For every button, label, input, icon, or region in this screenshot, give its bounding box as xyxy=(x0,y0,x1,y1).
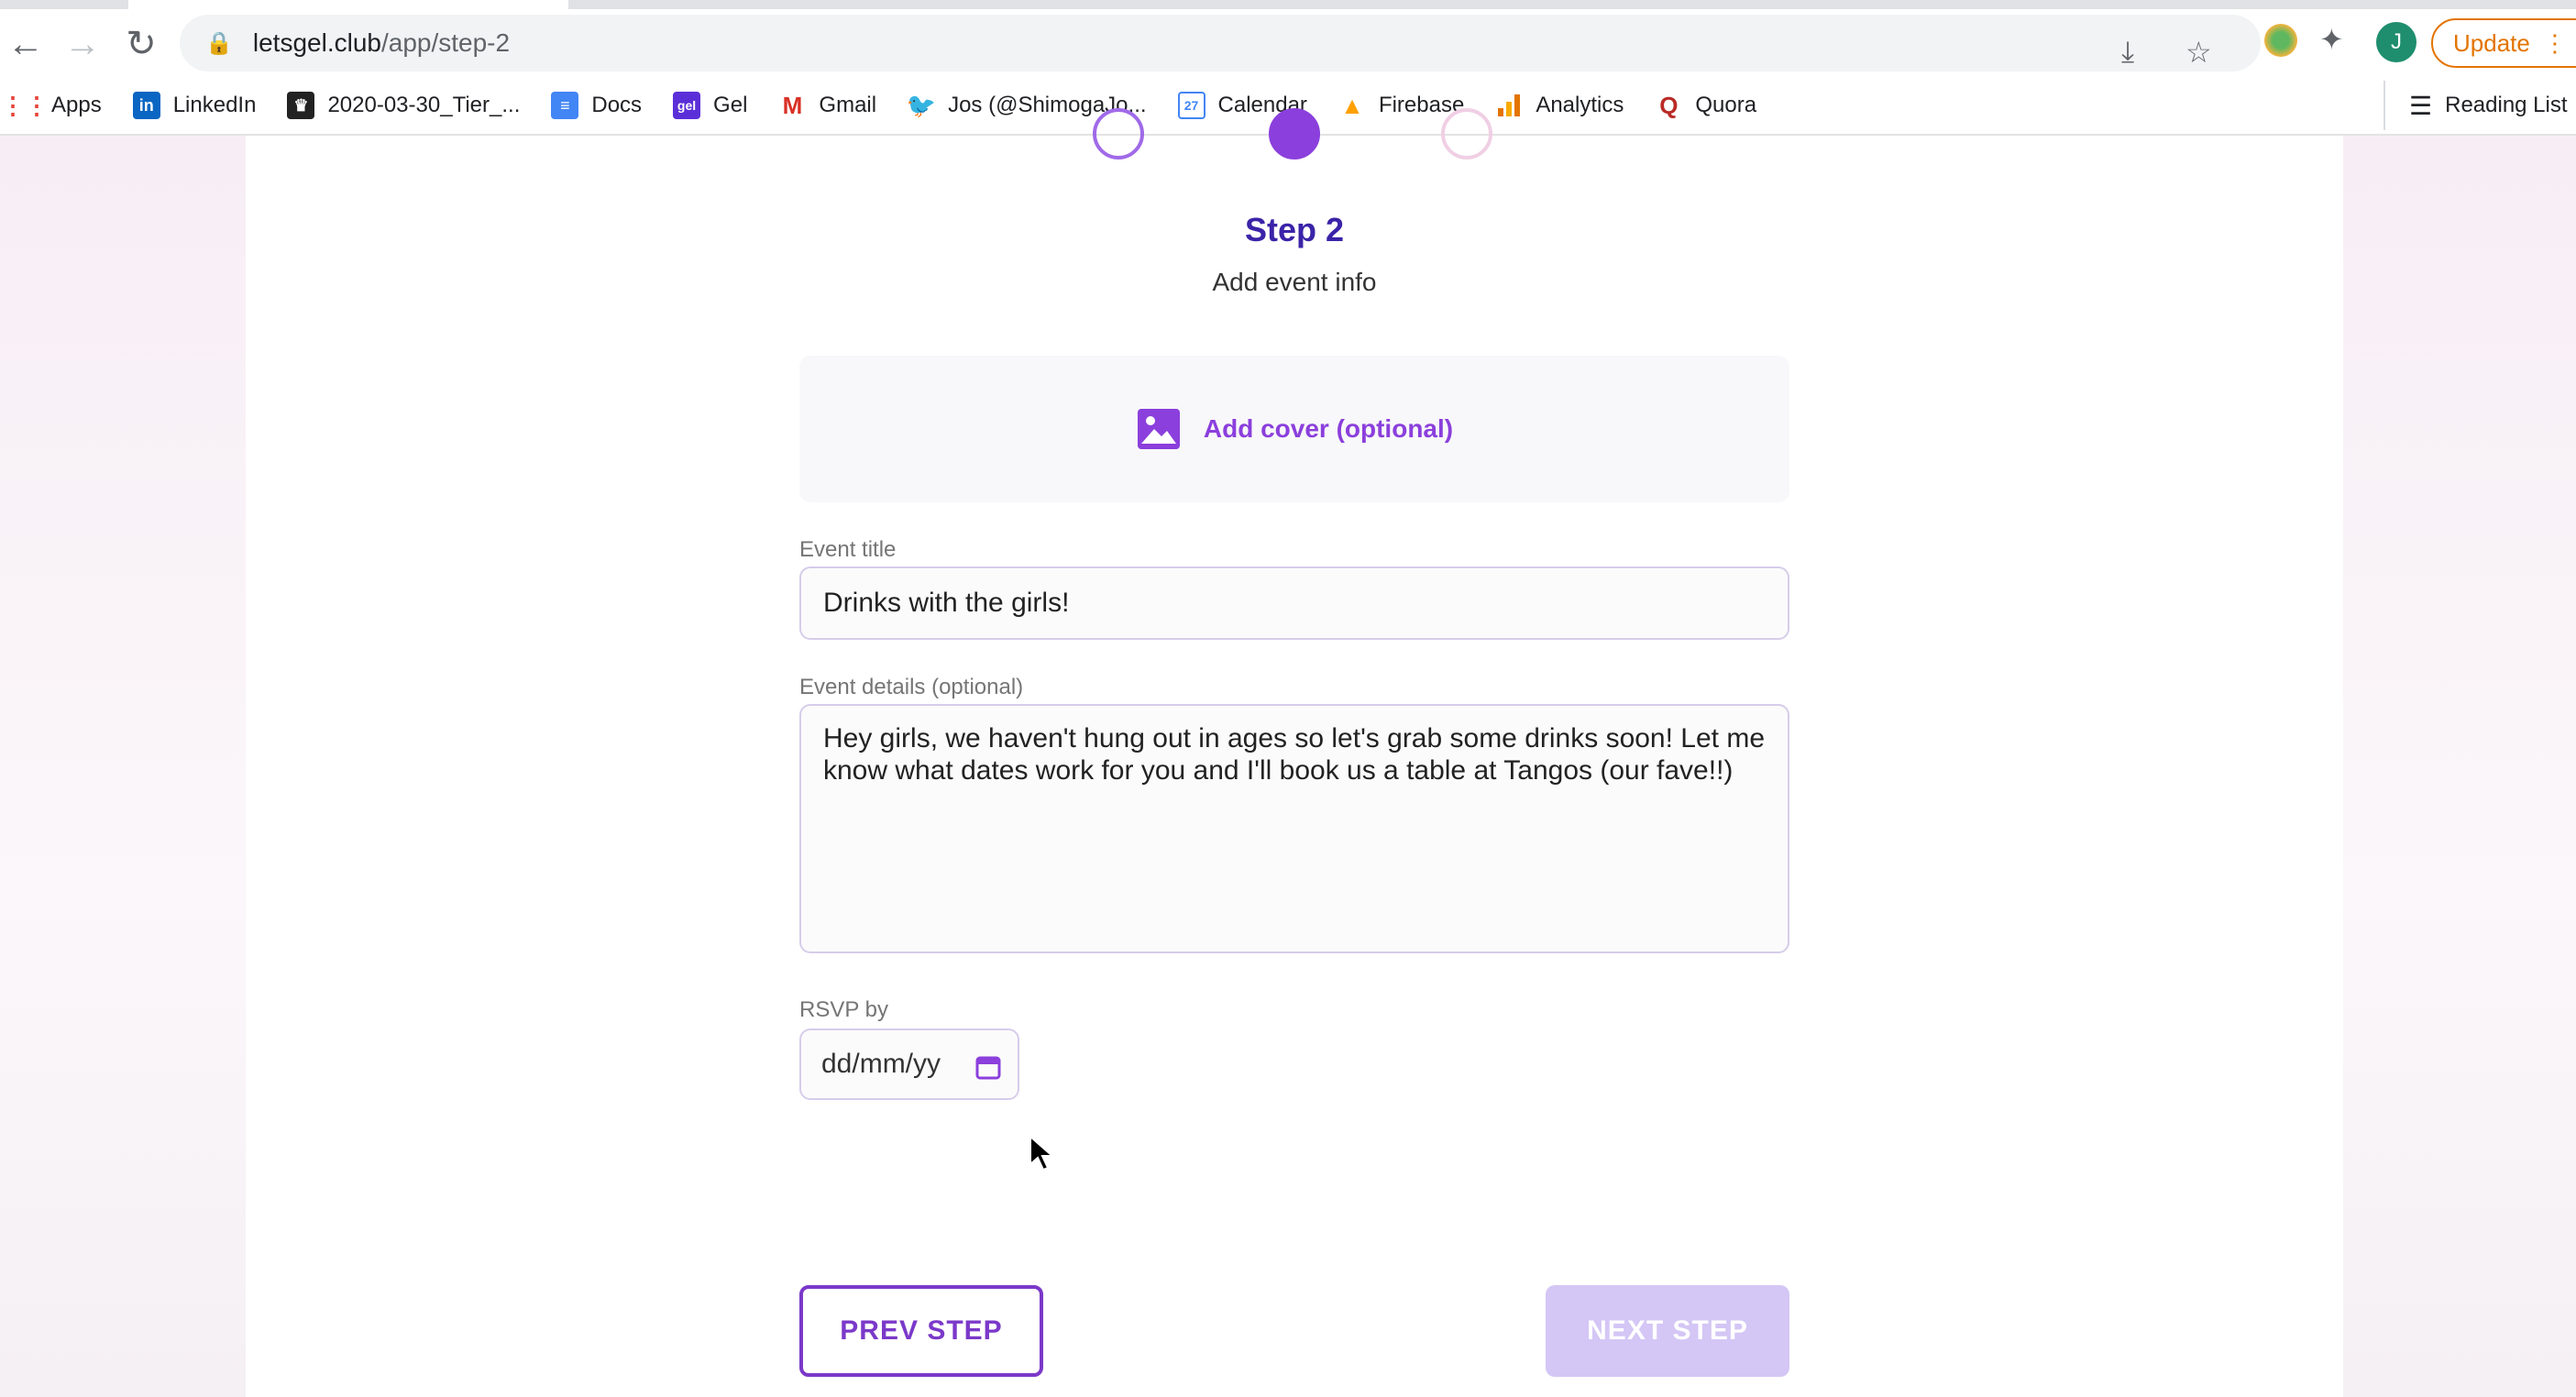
update-button[interactable]: Update ⋮ xyxy=(2431,18,2576,68)
event-title-label: Event title xyxy=(799,537,897,562)
bookmark-label: Docs xyxy=(591,93,643,117)
update-label: Update xyxy=(2453,28,2530,57)
bookmark-label: Quora xyxy=(1695,93,1757,117)
step-subtitle: Add event info xyxy=(1212,268,1377,296)
bookmark-docs[interactable]: ≡ Docs xyxy=(551,92,642,119)
image-icon xyxy=(1137,409,1180,449)
bookmark-firebase[interactable]: ▲ Firebase xyxy=(1338,92,1464,119)
bookmark-tier[interactable]: ♛ 2020-03-30_Tier_... xyxy=(287,92,520,119)
bookmark-label: 2020-03-30_Tier_... xyxy=(327,93,521,117)
profile-avatar[interactable]: J xyxy=(2376,22,2416,62)
step-2-indicator xyxy=(1269,108,1320,160)
forward-icon[interactable]: → xyxy=(57,18,108,70)
bookmark-apps[interactable]: ⋮⋮ Apps xyxy=(1,91,102,119)
bookmark-quora[interactable]: Q Quora xyxy=(1655,92,1756,119)
reading-list-button[interactable]: ☰ Reading List xyxy=(2383,81,2568,130)
install-icon[interactable]: ⤓ xyxy=(2121,35,2134,70)
url-text: letsgel.club/app/step-2 xyxy=(253,28,510,58)
tab-strip xyxy=(0,0,2576,9)
event-details-label: Event details (optional) xyxy=(799,675,1024,699)
docs-icon: ≡ xyxy=(551,92,579,119)
page-background: Step 2 Add event info Add cover (optiona… xyxy=(0,108,2576,1397)
more-menu-icon[interactable]: ⋮ xyxy=(2543,29,2567,58)
bookmark-label: Apps xyxy=(51,93,102,117)
rsvp-date-input[interactable]: dd/mm/yy xyxy=(799,1028,1019,1100)
extension-globe-icon[interactable] xyxy=(2264,24,2297,57)
linkedin-icon: in xyxy=(132,92,160,119)
bookmark-linkedin[interactable]: in LinkedIn xyxy=(132,92,257,119)
active-tab[interactable] xyxy=(128,0,568,9)
step-3-indicator xyxy=(1441,108,1492,160)
bookmark-favicon-icon: ♛ xyxy=(287,92,315,119)
step-1-indicator xyxy=(1093,108,1144,160)
bookmark-label: LinkedIn xyxy=(172,93,257,117)
analytics-icon xyxy=(1495,92,1523,119)
url-path: /app/step-2 xyxy=(380,28,511,57)
apps-grid-icon: ⋮⋮ xyxy=(1,91,49,119)
prev-step-button[interactable]: PREV STEP xyxy=(799,1285,1043,1377)
bookmark-label: Gmail xyxy=(819,93,877,117)
event-title-input[interactable]: Drinks with the girls! xyxy=(799,566,1789,640)
bookmark-label: Analytics xyxy=(1536,93,1624,117)
bookmark-gmail[interactable]: M Gmail xyxy=(778,91,877,119)
bookmark-analytics[interactable]: Analytics xyxy=(1495,92,1624,119)
reload-icon[interactable]: ↻ xyxy=(116,18,167,70)
mouse-cursor-icon xyxy=(1029,1135,1055,1172)
star-bookmark-icon[interactable]: ☆ xyxy=(2185,35,2212,70)
next-step-button[interactable]: NEXT STEP xyxy=(1546,1285,1789,1377)
calendar-icon: 27 xyxy=(1177,92,1205,119)
lock-icon: 🔒 xyxy=(205,30,233,56)
reading-list-label: Reading List xyxy=(2445,93,2568,117)
quora-icon: Q xyxy=(1659,91,1679,119)
url-domain: letsgel.club xyxy=(252,28,381,57)
add-cover-button[interactable]: Add cover (optional) xyxy=(799,356,1789,502)
add-cover-label: Add cover (optional) xyxy=(1203,414,1454,443)
address-bar[interactable]: 🔒 letsgel.club/app/step-2 ⤓ ☆ xyxy=(180,15,2261,72)
calendar-picker-icon[interactable] xyxy=(975,1054,1001,1080)
firebase-icon: ▲ xyxy=(1340,91,1364,119)
bookmark-label: Gel xyxy=(713,93,748,117)
rsvp-label: RSVP by xyxy=(799,997,888,1022)
gel-icon: gel xyxy=(673,92,701,119)
twitter-icon: 🐦 xyxy=(906,91,937,119)
event-details-textarea[interactable]: Hey girls, we haven't hung out in ages s… xyxy=(799,704,1789,953)
extensions-puzzle-icon[interactable]: ✦ xyxy=(2319,22,2344,57)
gmail-icon: M xyxy=(782,91,803,119)
back-icon[interactable]: ← xyxy=(0,18,51,70)
step-title: Step 2 xyxy=(1244,211,1345,248)
rsvp-placeholder: dd/mm/yy xyxy=(821,1049,941,1079)
form-card: Step 2 Add event info Add cover (optiona… xyxy=(246,108,2343,1397)
reading-list-icon: ☰ xyxy=(2409,91,2433,120)
bookmark-gel[interactable]: gel Gel xyxy=(673,92,747,119)
